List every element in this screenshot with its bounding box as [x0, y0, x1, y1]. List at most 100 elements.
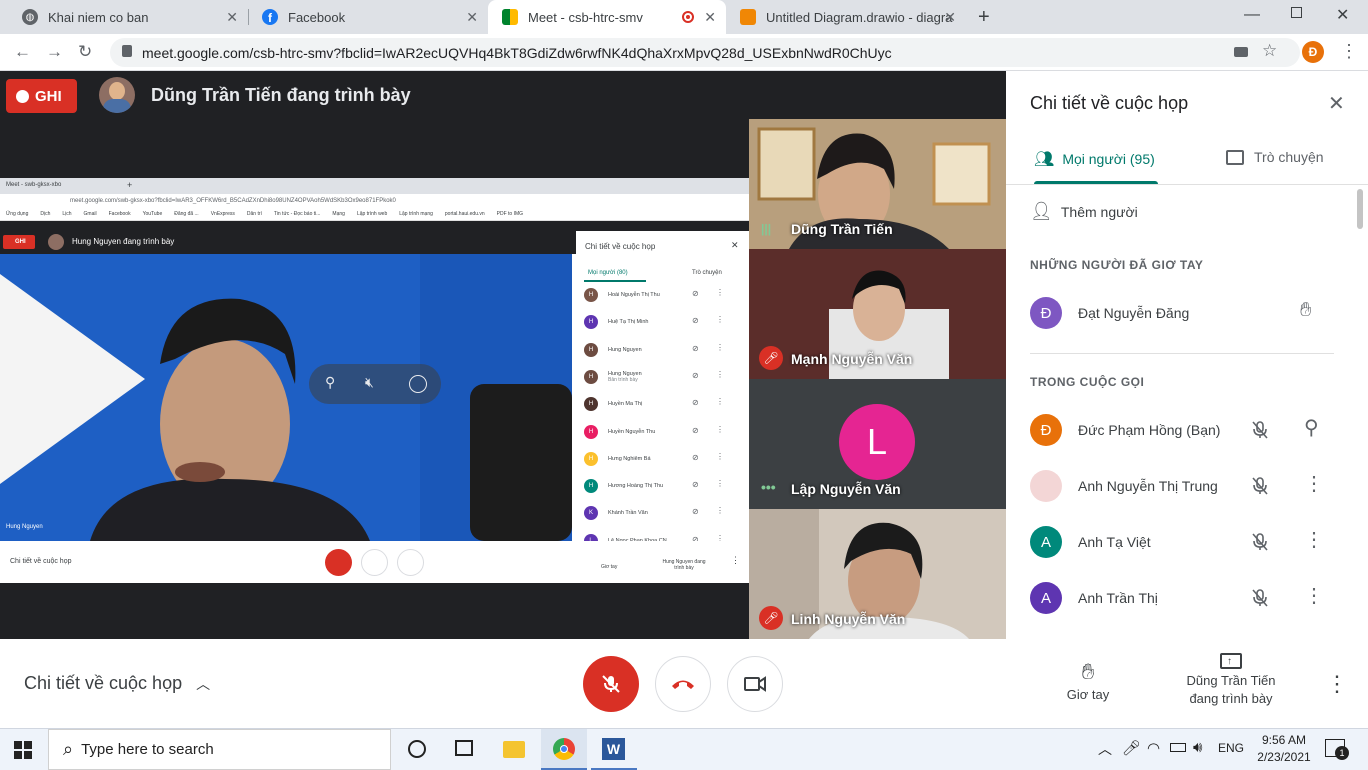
tile-manh[interactable]: 🎤︎ Mạnh Nguyễn Văn [749, 249, 1006, 379]
more-options-icon[interactable]: ⋮ [1304, 586, 1324, 606]
url-text: meet.google.com/csb-htrc-smv?fbclid=IwAR… [142, 44, 892, 61]
tile-lap[interactable]: L ••• Lập Nguyễn Văn [749, 379, 1006, 509]
camera-icon [744, 676, 766, 692]
cortana-icon[interactable] [408, 740, 426, 758]
bookmark-star-icon[interactable]: ☆ [1262, 41, 1277, 61]
volume-icon[interactable]: 🔊︎ [1193, 739, 1202, 756]
chat-tab-label: Trò chuyện [1254, 149, 1324, 165]
shared-more-icon: ⋮ [716, 397, 724, 407]
mic-off-icon [1250, 532, 1270, 552]
shared-participant-avatar: H [584, 288, 598, 302]
shared-participant-name: Hưng Nghiêm Bá [608, 455, 651, 462]
meeting-details-panel: Chi tiết về cuộc họp ✕ 👥︎ Mọi người (95)… [1006, 71, 1368, 639]
shared-participant-row: H Hương Hoàng Thị Thu ⊘ ⋮ [584, 474, 744, 498]
presentation-button[interactable]: ↑ Dũng Trần Tiến đang trình bày [1176, 653, 1286, 708]
windows-taskbar: ⌕ Type here to search W ︿ 🎤︎ ◠ 🔊︎ ENG 9:… [0, 728, 1368, 770]
shared-video-name: Hung Nguyen [6, 524, 43, 530]
add-people-button[interactable]: 👤︎ Thêm người [1030, 201, 1138, 222]
browser-menu-icon[interactable]: ⋮ [1340, 41, 1358, 62]
participant-avatar: Đ [1030, 297, 1062, 329]
more-options-icon[interactable]: ⋮ [1326, 671, 1348, 697]
more-options-icon[interactable]: ⋮ [1304, 474, 1324, 494]
address-bar-row: ← → ↻ meet.google.com/csb-htrc-smv?fbcli… [0, 34, 1368, 71]
close-tab-icon[interactable]: ✕ [226, 9, 238, 26]
people-icon: 👥︎ [1034, 151, 1055, 168]
close-tab-icon[interactable]: ✕ [466, 9, 478, 26]
shared-participant-name: Hung Nguyen [608, 346, 642, 353]
address-bar[interactable]: meet.google.com/csb-htrc-smv?fbclid=IwAR… [110, 38, 1300, 67]
pin-icon[interactable]: ⚲ [1304, 418, 1319, 438]
shared-panel-title: Chi tiết về cuộc họp [585, 242, 656, 251]
shared-bookmark: Ứng dụng [6, 211, 29, 217]
shared-chat-tab: Trò chuyện [692, 270, 722, 276]
shared-record-badge: GHI [3, 235, 35, 249]
camera-toggle-button[interactable] [727, 656, 783, 712]
close-window-button[interactable]: ✕ [1336, 5, 1349, 25]
shared-participant-sub: Bản trình bày [608, 376, 638, 383]
raise-hand-button[interactable]: ✋︎ Giơ tay [1058, 659, 1118, 702]
participant-row[interactable]: A Anh Tạ Việt ⋮ [1030, 522, 1340, 562]
shared-video: ⚲ 🔇︎ Hung Nguyen [0, 254, 572, 541]
panel-scrollbar[interactable] [1357, 189, 1363, 229]
tray-chevron-up-icon[interactable]: ︿ [1098, 739, 1112, 759]
maximize-button[interactable] [1291, 7, 1302, 18]
microphone-icon[interactable]: 🎤︎ [1122, 739, 1141, 757]
task-view-icon[interactable] [455, 740, 473, 756]
word-taskbar-button[interactable]: W [591, 729, 637, 770]
shared-participant-row: K Khánh Trần Văn ⊘ ⋮ [584, 501, 744, 525]
network-icon[interactable]: ◠ [1147, 739, 1160, 757]
participant-row[interactable]: Đ Đức Phạm Hồng (Bạn) ⚲ [1030, 410, 1340, 450]
tab-drawio[interactable]: Untitled Diagram.drawio - diagra ✕ [726, 0, 966, 34]
drawio-icon [740, 9, 756, 25]
close-panel-button[interactable]: ✕ [1328, 91, 1345, 116]
new-tab-button[interactable]: + [978, 6, 990, 29]
shared-participant-row: H Huyền Nguyễn Thu ⊘ ⋮ [584, 420, 744, 444]
tab-facebook[interactable]: f Facebook ✕ [248, 0, 488, 34]
profile-avatar[interactable]: Đ [1302, 41, 1324, 63]
tile-linh[interactable]: 🎤︎ Linh Nguyễn Văn [749, 509, 1006, 639]
shared-bookmark: Tin tức - Đọc báo ti... [273, 211, 321, 217]
shared-participant-row: L Lê Ngọc Phan Khoa CN ⊘ ⋮ [584, 529, 744, 541]
battery-icon[interactable] [1170, 743, 1186, 752]
minimize-button[interactable]: — [1244, 6, 1260, 24]
camera-icon[interactable] [1234, 47, 1248, 57]
mic-toggle-button[interactable] [583, 656, 639, 712]
tab-meet[interactable]: Meet - csb-htrc-smv ✕ [488, 0, 726, 34]
presenter-line2: đang trình bày [1189, 691, 1273, 706]
file-explorer-icon[interactable] [503, 741, 525, 758]
search-icon: ⌕ [63, 739, 74, 759]
tile-dung[interactable]: ||| Dũng Trần Tiến [749, 119, 1006, 249]
reload-button[interactable]: ↻ [78, 42, 92, 62]
tab-chat[interactable]: Trò chuyện [1226, 149, 1324, 165]
shared-more-icon: ⋮ [716, 533, 724, 541]
participant-avatar: A [1030, 582, 1062, 614]
close-tab-icon[interactable]: ✕ [944, 9, 956, 26]
raised-hand-icon[interactable]: ✋︎ [1300, 299, 1311, 322]
tab-people[interactable]: 👥︎ Mọi người (95) [1034, 149, 1155, 169]
chrome-taskbar-button[interactable] [541, 729, 587, 770]
shared-bookmark: VnExpress [210, 211, 235, 217]
shared-bookmark: Dịch [40, 211, 51, 217]
shared-bookmark: Lập trình web [356, 211, 388, 217]
participant-row[interactable]: A Anh Trần Thị ⋮ [1030, 578, 1340, 618]
close-tab-icon[interactable]: ✕ [704, 9, 716, 26]
clock[interactable]: 9:56 AM 2/23/2021 [1254, 732, 1314, 766]
in-call-heading: TRONG CUỘC GỌI [1030, 375, 1145, 389]
more-options-icon[interactable]: ⋮ [1304, 530, 1324, 550]
participant-row[interactable]: Anh Nguyễn Thị Trung ⋮ [1030, 466, 1340, 506]
meeting-details-button[interactable]: Chi tiết về cuộc họp ︿ [24, 673, 210, 694]
windows-start-icon[interactable] [14, 741, 32, 759]
taskbar-search-box[interactable]: ⌕ Type here to search [48, 729, 391, 770]
forward-button[interactable]: → [46, 42, 63, 62]
action-center-icon[interactable]: 1 [1325, 739, 1349, 760]
present-screen-icon: ↑ [1220, 653, 1242, 669]
shared-participant-row: H Huyền Ma Thị ⊘ ⋮ [584, 392, 744, 416]
participant-row[interactable]: Đ Đạt Nguyễn Đăng ✋︎ [1030, 293, 1340, 333]
tab-khai-niem[interactable]: ◍ Khai niem co ban ✕ [8, 0, 248, 34]
back-button[interactable]: ← [14, 42, 31, 62]
clock-time: 9:56 AM [1261, 733, 1307, 747]
shared-more-icon: ⋮ [716, 424, 724, 434]
hang-up-button[interactable] [655, 656, 711, 712]
clock-date: 2/23/2021 [1257, 750, 1311, 764]
language-indicator[interactable]: ENG [1218, 741, 1244, 755]
